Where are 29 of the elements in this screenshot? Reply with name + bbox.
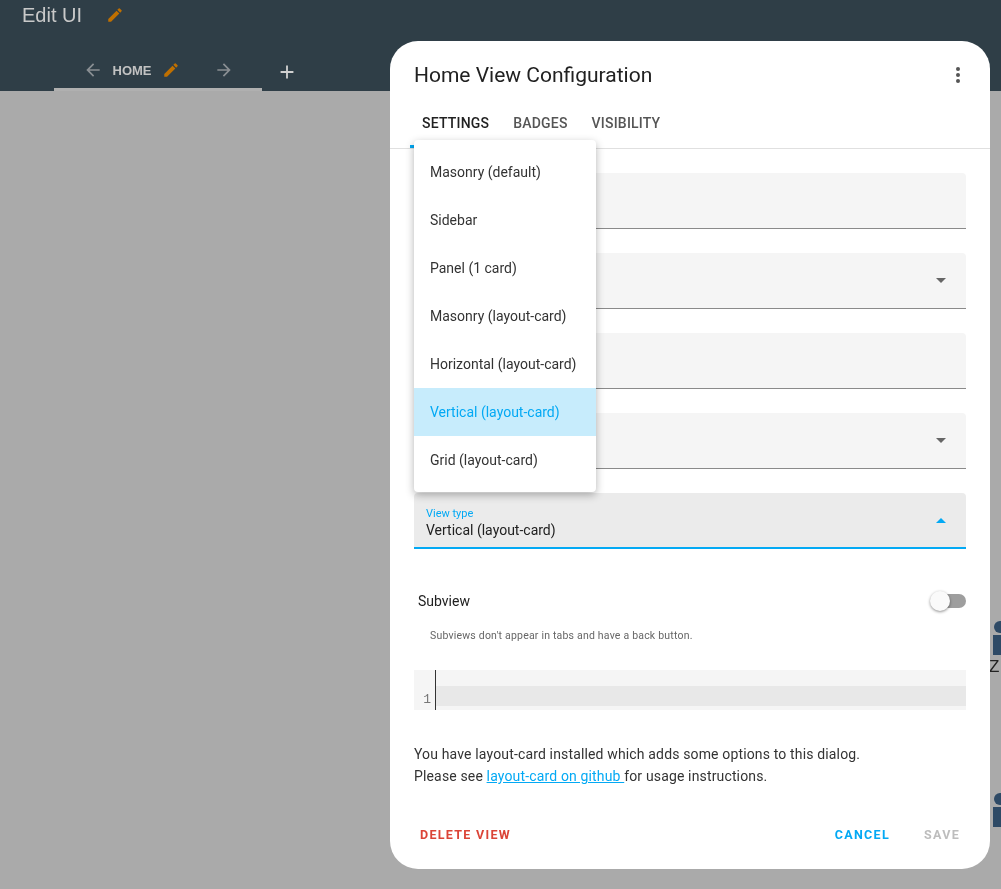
notice-text: You have layout-card installed which adds some options to this dialog. Please see layout-card on github for usage instructions. — [414, 745, 862, 786]
hint-text: Subviews don't appear in tabs and have a back button. — [430, 629, 694, 642]
caret-down-icon — [936, 438, 946, 443]
subview-label: Subview — [418, 593, 470, 609]
view-tab[interactable]: HOME — [112, 62, 152, 78]
field-value: Vertical (layout-card) — [426, 521, 556, 538]
menu-item[interactable]: Masonry (layout-card) — [414, 292, 596, 340]
dialog-title: Home View Configuration — [414, 63, 653, 87]
menu-item[interactable]: Grid (layout-card) — [414, 436, 596, 484]
menu-item[interactable]: Masonry (default) — [414, 148, 596, 196]
card-text: Z — [989, 657, 1000, 677]
caret-up-icon — [936, 517, 946, 523]
field-label: View type — [426, 506, 475, 520]
page-title: Edit UI — [22, 3, 83, 27]
line-number: 1 — [423, 692, 432, 707]
pencil-icon[interactable] — [161, 61, 180, 79]
code-editor[interactable]: 1 — [414, 670, 966, 710]
more-icon[interactable] — [956, 67, 960, 83]
subview-toggle[interactable] — [930, 591, 966, 611]
dialog-tab[interactable]: VISIBILITY — [579, 115, 673, 148]
select-field[interactable]: View type Vertical (layout-card) — [414, 493, 966, 549]
menu-item[interactable]: Horizontal (layout-card) — [414, 340, 596, 388]
delete-button[interactable]: DELETE VIEW — [406, 819, 526, 850]
caret-down-icon — [936, 278, 946, 283]
menu-item[interactable]: Sidebar — [414, 196, 596, 244]
figure-icon — [990, 619, 1001, 657]
figure-icon — [990, 791, 1001, 829]
menu-item[interactable]: Panel (1 card) — [414, 244, 596, 292]
pencil-icon[interactable] — [106, 6, 125, 24]
